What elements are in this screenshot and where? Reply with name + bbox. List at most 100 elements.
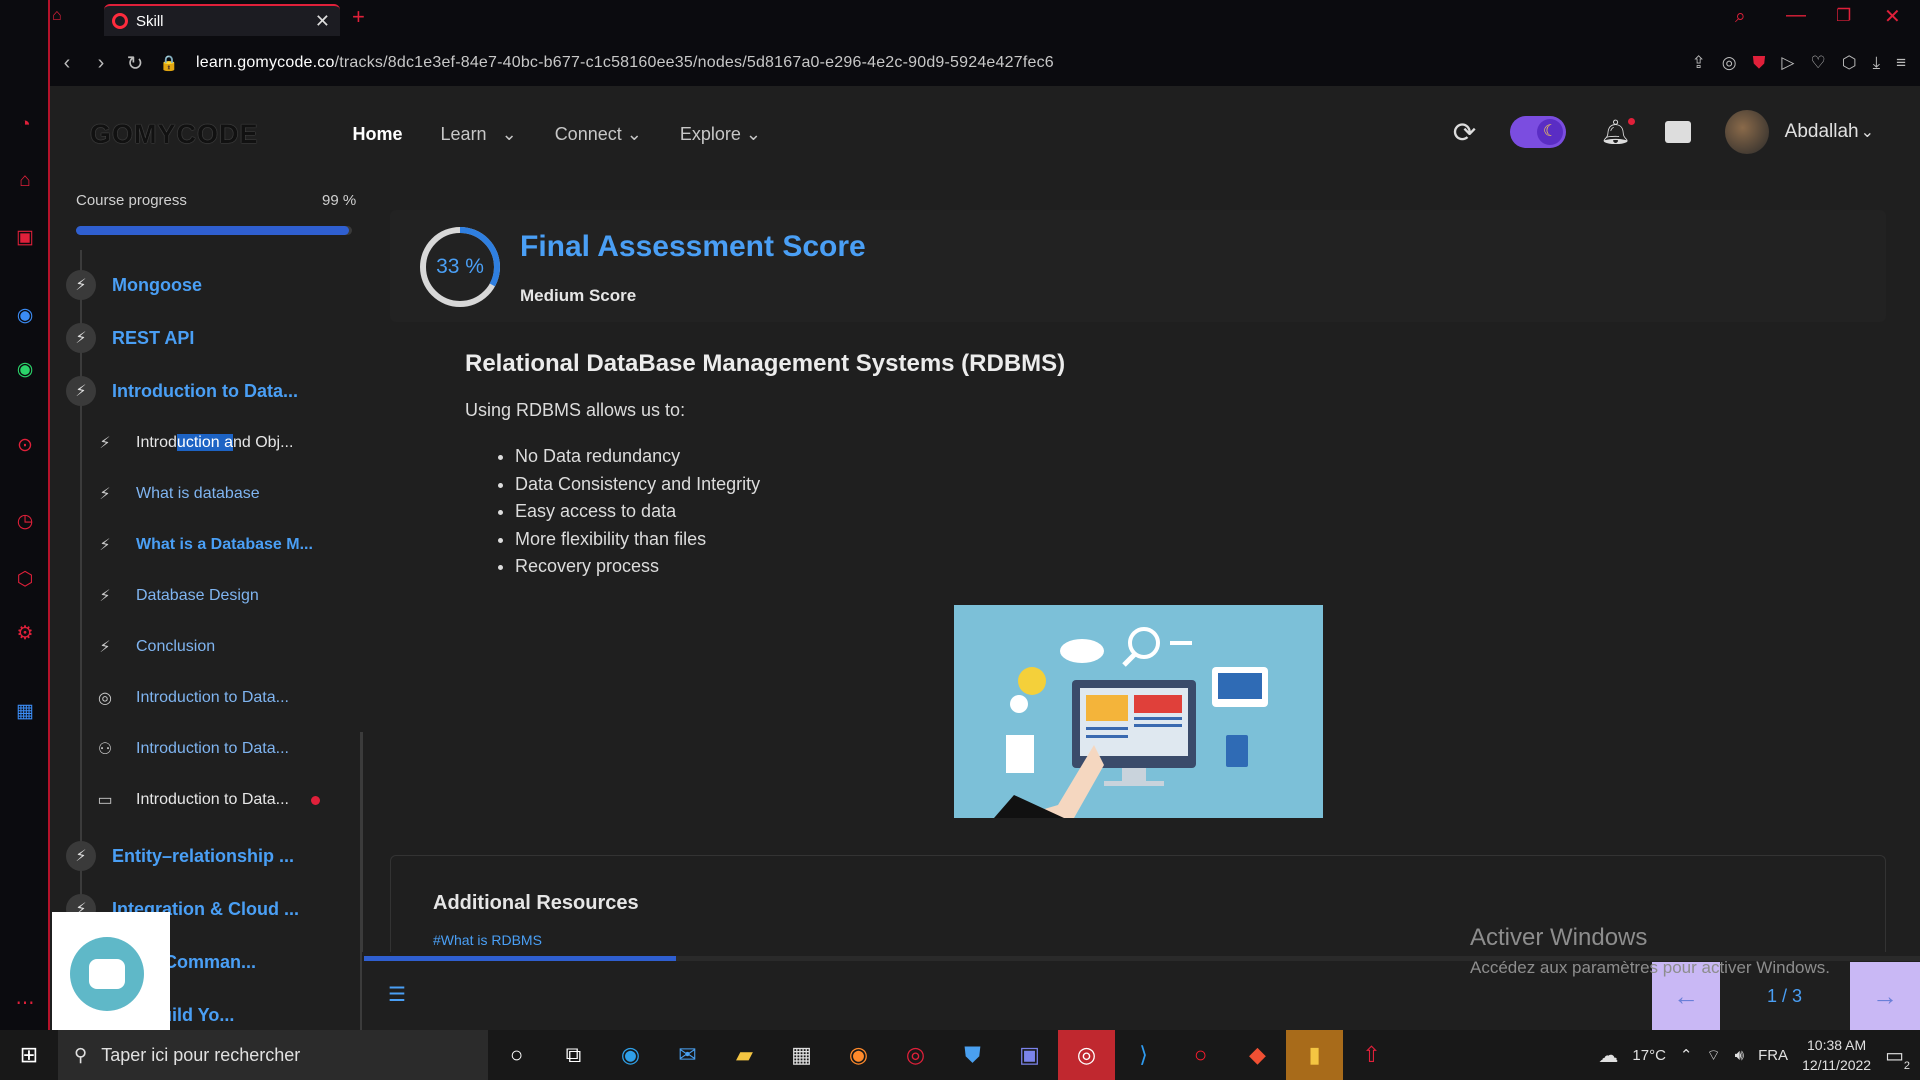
history-icon[interactable]: ◷ <box>12 508 38 534</box>
cube-icon[interactable]: ⬡ <box>1842 53 1857 73</box>
tab-bar: ⌂ Skill ✕ + ⌕ — ❐ ✕ <box>0 0 1920 38</box>
target-icon: ◎ <box>98 690 112 707</box>
upload-icon[interactable]: ⇧ <box>1343 1030 1400 1080</box>
gomycode-logo[interactable]: GOMYCODE <box>90 119 259 150</box>
translate-icon[interactable]: ▦ <box>12 698 38 724</box>
store-icon[interactable]: ▦ <box>773 1030 830 1080</box>
windows-taskbar: ⊞ ⚲ Taper ici pour rechercher ○ ⧉ ◉ ✉ ▰ … <box>0 1030 1920 1080</box>
sidebar-lesson-quiz[interactable]: ◎ Introduction to Data... <box>90 688 289 708</box>
sidebar-item-intro-databases[interactable]: ⚡︎ Introduction to Data... <box>66 376 298 406</box>
camera-icon[interactable]: ◎ <box>1722 53 1737 73</box>
list-item: No Data redundancy <box>515 443 760 471</box>
language-indicator[interactable]: FRA <box>1758 1047 1788 1064</box>
nav-home[interactable]: Home <box>353 124 403 145</box>
search-icon[interactable]: ⌕ <box>1735 6 1746 28</box>
taskbar-search[interactable]: ⚲ Taper ici pour rechercher <box>58 1030 488 1080</box>
lesson-intro: Using RDBMS allows us to: <box>465 400 686 420</box>
restore-button[interactable]: ❐ <box>1836 6 1851 26</box>
firefox-icon[interactable]: ◉ <box>830 1030 887 1080</box>
opera-icon[interactable]: ○ <box>1172 1030 1229 1080</box>
close-window-button[interactable]: ✕ <box>1884 4 1901 29</box>
sidebar-item-entity-relationship[interactable]: ⚡︎ Entity–relationship ... <box>66 841 294 871</box>
sidebar-lesson-intro-objectives[interactable]: ⚡︎ Introduction and Obj... <box>90 433 293 453</box>
sidebar-item-rest-api[interactable]: ⚡︎ REST API <box>66 323 194 353</box>
heart-icon[interactable]: ♡ <box>1810 53 1825 73</box>
more-icon[interactable]: ⋯ <box>12 990 38 1016</box>
back-button[interactable]: ‹ <box>50 52 84 75</box>
player-icon[interactable]: ⊙ <box>12 432 38 458</box>
dark-mode-toggle[interactable]: ☾ <box>1510 116 1567 148</box>
sidebar-lesson-session[interactable]: ▭ Introduction to Data... <box>90 790 320 810</box>
shield-icon[interactable]: ⛊ <box>944 1030 1001 1080</box>
messenger-icon[interactable]: ◉ <box>12 302 38 328</box>
chevron-down-icon: ⌄ <box>626 123 642 144</box>
settings-icon[interactable]: ⚙ <box>12 620 38 646</box>
files-icon[interactable]: ▮ <box>1286 1030 1343 1080</box>
vscode-icon[interactable]: ⟩ <box>1115 1030 1172 1080</box>
nav-learn[interactable]: Learn ⌄ <box>441 124 517 145</box>
sidebar-lesson-workshop[interactable]: ⚇ Introduction to Data... <box>90 739 289 759</box>
chevron-up-icon[interactable]: ⌃ <box>1680 1046 1693 1064</box>
weather-temp[interactable]: 17°C <box>1632 1047 1666 1064</box>
selected-text: uction a <box>176 434 233 451</box>
user-menu[interactable]: Abdallah ⌄ <box>1724 110 1874 154</box>
vpn-shield-icon[interactable]: ⛊ <box>1753 53 1766 73</box>
watermark-title: Activer Windows <box>1470 924 1648 951</box>
mail-icon[interactable]: ✉ <box>659 1030 716 1080</box>
sidebar-lesson-what-is-database[interactable]: ⚡︎ What is database <box>90 484 259 504</box>
people-icon: ⚇ <box>97 741 113 758</box>
new-tab-button[interactable]: + <box>352 4 365 30</box>
chat-icon[interactable] <box>1664 121 1691 143</box>
shopping-icon[interactable]: ⌂ <box>12 168 38 194</box>
address-bar-actions: ⇪ ◎ ⛊ ▷ ♡ ⬡ ⤓ ≡ <box>1692 45 1906 81</box>
nav-explore[interactable]: Explore ⌄ <box>680 124 761 145</box>
bell-icon[interactable]: 🔔︎ <box>1600 117 1635 147</box>
send-icon[interactable]: ▷ <box>1781 53 1794 73</box>
status-dot <box>310 795 320 805</box>
antivirus-icon[interactable]: ◎ <box>887 1030 944 1080</box>
twitch-icon[interactable]: ▣ <box>12 224 38 250</box>
share-icon[interactable]: ⇪ <box>1692 53 1706 73</box>
tab-skill[interactable]: Skill ✕ <box>104 4 340 36</box>
cortana-icon[interactable]: ○ <box>488 1030 545 1080</box>
forward-button[interactable]: › <box>84 52 118 75</box>
bolt-icon: ⚡︎ <box>66 841 96 871</box>
reload-button[interactable]: ↻ <box>118 51 152 76</box>
course-progress-bar <box>76 226 352 235</box>
avatar <box>1724 110 1769 154</box>
teams-icon[interactable]: ▣ <box>1001 1030 1058 1080</box>
file-explorer-icon[interactable]: ▰ <box>716 1030 773 1080</box>
url-field[interactable]: learn.gomycode.co/tracks/8dc1e3ef-84e7-4… <box>196 54 1054 72</box>
outline-list-icon[interactable]: ☰ <box>388 982 406 1007</box>
git-icon[interactable]: ◆ <box>1229 1030 1286 1080</box>
sidebar-lesson-current[interactable]: ⚡︎ What is a Database M... <box>90 535 313 555</box>
speed-dial-icon[interactable]: ◔ <box>12 112 38 138</box>
sidebar-lesson-conclusion[interactable]: ⚡︎ Conclusion <box>90 637 215 657</box>
gamepad-icon[interactable]: ⌂ <box>52 7 62 25</box>
course-sidebar: Course progress 99 % ⚡︎ Mongoose ⚡︎ REST A… <box>52 180 363 1032</box>
notification-center-icon[interactable]: ▭ 2 <box>1885 1043 1910 1072</box>
close-tab-icon[interactable]: ✕ <box>315 11 330 32</box>
minimize-button[interactable]: — <box>1786 4 1806 27</box>
windows-start-icon[interactable]: ⊞ <box>0 1042 58 1068</box>
network-icon[interactable]: ⌔ <box>1707 1046 1721 1065</box>
nav-connect[interactable]: Connect ⌄ <box>555 124 642 145</box>
volume-icon[interactable]: 🔊︎ <box>1735 1047 1744 1064</box>
edge-icon[interactable]: ◉ <box>602 1030 659 1080</box>
chat-launcher-button[interactable] <box>70 937 144 1011</box>
download-icon[interactable]: ⤓ <box>1873 53 1881 73</box>
resources-title: Additional Resources <box>433 892 639 914</box>
sync-icon[interactable]: ⟳ <box>1453 116 1476 149</box>
extensions-icon[interactable]: ⬡ <box>12 566 38 592</box>
clock[interactable]: 10:38 AM 12/11/2022 <box>1802 1035 1871 1075</box>
resources-link[interactable]: #What is RDBMS <box>433 932 542 948</box>
sidebar-item-mongoose[interactable]: ⚡︎ Mongoose <box>66 270 202 300</box>
sidebar-lesson-database-design[interactable]: ⚡︎ Database Design <box>90 586 258 606</box>
whatsapp-icon[interactable]: ◉ <box>12 356 38 382</box>
next-page-button[interactable]: → <box>1850 962 1920 1030</box>
label-part: Introd <box>136 434 177 451</box>
task-view-icon[interactable]: ⧉ <box>545 1030 602 1080</box>
weather-icon[interactable]: ☁ <box>1598 1043 1618 1068</box>
menu-icon[interactable]: ≡ <box>1896 53 1906 73</box>
opera-gx-icon[interactable]: ◎ <box>1058 1030 1115 1080</box>
